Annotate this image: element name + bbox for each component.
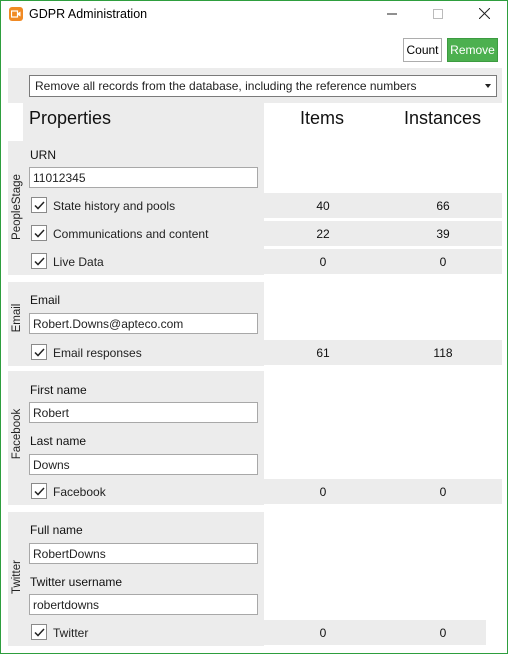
table-row: State history and pools 40 66 xyxy=(23,193,502,218)
remove-button[interactable]: Remove xyxy=(447,38,498,62)
instances-header: Instances xyxy=(404,108,482,128)
email-responses-label: Email responses xyxy=(53,346,142,360)
twitter-section-label: Twitter xyxy=(11,560,23,594)
maximize-icon xyxy=(433,8,443,22)
table-row: Live Data 0 0 xyxy=(23,249,502,274)
state-history-checkbox[interactable] xyxy=(31,197,47,213)
email-label: Email xyxy=(30,293,61,307)
gdpr-window: GDPR Administration Count Remove Remove … xyxy=(0,0,508,654)
table-row: Email responses 61 118 xyxy=(23,340,502,365)
facebook-checkbox[interactable] xyxy=(31,483,47,499)
facebook-instances: 0 xyxy=(439,485,447,499)
email-section-label: Email xyxy=(11,303,23,333)
communications-items: 22 xyxy=(316,227,330,241)
full-name-input[interactable]: RobertDowns xyxy=(29,543,258,564)
chevron-down-icon xyxy=(485,84,491,88)
close-icon xyxy=(478,7,490,22)
live-data-instances: 0 xyxy=(439,255,447,269)
maximize-button[interactable] xyxy=(415,1,461,29)
table-row: Communications and content 22 39 xyxy=(23,221,502,246)
close-button[interactable] xyxy=(461,1,507,29)
state-history-items: 40 xyxy=(316,199,330,213)
last-name-input[interactable]: Downs xyxy=(29,454,258,475)
urn-label: URN xyxy=(30,148,56,162)
mode-select[interactable]: Remove all records from the database, in… xyxy=(29,75,497,97)
live-data-checkbox[interactable] xyxy=(31,253,47,269)
check-icon xyxy=(33,627,45,637)
live-data-items: 0 xyxy=(319,255,327,269)
peoplestage-section-label: PeopleStage xyxy=(11,174,23,240)
communications-instances: 39 xyxy=(436,227,450,241)
mode-select-value: Remove all records from the database, in… xyxy=(35,79,417,93)
first-name-input[interactable]: Robert xyxy=(29,402,258,423)
email-responses-items: 61 xyxy=(316,346,330,360)
facebook-items: 0 xyxy=(319,485,327,499)
check-icon xyxy=(33,228,45,238)
facebook-row-label: Facebook xyxy=(53,485,106,499)
state-history-label: State history and pools xyxy=(53,199,176,213)
properties-header: Properties xyxy=(29,108,112,128)
minimize-button[interactable] xyxy=(369,1,415,29)
first-name-label: First name xyxy=(30,383,87,397)
email-responses-checkbox[interactable] xyxy=(31,344,47,360)
communications-checkbox[interactable] xyxy=(31,225,47,241)
twitter-row-label: Twitter xyxy=(53,626,89,640)
email-responses-instances: 118 xyxy=(433,346,453,360)
minimize-icon xyxy=(387,8,397,22)
check-icon xyxy=(33,200,45,210)
twitter-checkbox[interactable] xyxy=(31,624,47,640)
twitter-instances: 0 xyxy=(439,626,447,640)
count-button[interactable]: Count xyxy=(403,38,442,62)
title-bar: GDPR Administration xyxy=(1,1,507,29)
table-row: Facebook 0 0 xyxy=(23,479,502,504)
live-data-label: Live Data xyxy=(53,255,104,269)
full-name-label: Full name xyxy=(30,523,83,537)
check-icon xyxy=(33,347,45,357)
last-name-label: Last name xyxy=(30,434,87,448)
email-input[interactable]: Robert.Downs@apteco.com xyxy=(29,313,258,334)
check-icon xyxy=(33,486,45,496)
table-row: Twitter 0 0 xyxy=(23,620,486,645)
twitter-items: 0 xyxy=(319,626,327,640)
items-header: Items xyxy=(300,108,345,128)
facebook-section-label: Facebook xyxy=(11,408,23,460)
twitter-username-input[interactable]: robertdowns xyxy=(29,594,258,615)
twitter-username-label: Twitter username xyxy=(30,575,123,589)
state-history-instances: 66 xyxy=(436,199,450,213)
communications-label: Communications and content xyxy=(53,227,209,241)
app-icon xyxy=(9,7,23,21)
urn-input[interactable]: 11012345 xyxy=(29,167,258,188)
window-title: GDPR Administration xyxy=(29,7,148,21)
check-icon xyxy=(33,256,45,266)
